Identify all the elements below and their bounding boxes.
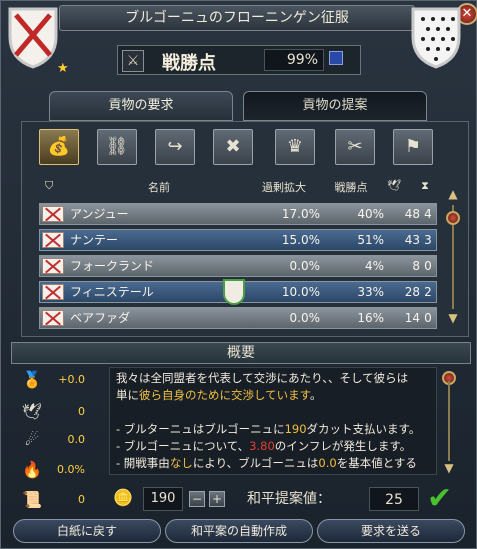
tab-offer-tribute[interactable]: 貢物の提案 — [243, 91, 427, 121]
send-demand-button[interactable]: 要求を送る — [317, 519, 465, 543]
development-column-icon[interactable]: 🕊 — [379, 179, 409, 192]
column-name[interactable]: 名前 — [99, 179, 219, 195]
province-flag-icon — [42, 232, 64, 248]
table-row[interactable]: ベアファダ 0.0% 16% 14 0 — [39, 307, 437, 329]
summary-title: 概要 — [11, 342, 471, 364]
warscore-value: 99% — [264, 49, 324, 71]
burgundy-shield-icon — [8, 7, 58, 69]
war-exhaustion-icon: ☄ — [24, 430, 40, 449]
auto-generate-button[interactable]: 和平案の自動作成 — [165, 519, 313, 543]
table-scrollbar[interactable]: ▲ ▼ — [445, 187, 461, 327]
crossed-swords-icon: ⚔ — [122, 50, 144, 72]
table-row[interactable]: ナンテー 15.0% 51% 43 3 — [39, 229, 437, 251]
peace-offer-label: 和平提案値： — [247, 491, 331, 507]
summary-text: 我々は全同盟者を代表して交渉にあたり、、そして彼らは 単に彼ら自身のために交渉し… — [109, 367, 437, 475]
selected-shield-icon — [223, 279, 245, 305]
truce-stat: 📜 0 — [15, 489, 93, 513]
peace-offer-number: 25 — [369, 487, 419, 511]
aggressive-expansion-icon: 🔥 — [22, 460, 42, 479]
tab-demand-tribute[interactable]: 貢物の要求 — [49, 91, 233, 121]
summary-scrollbar[interactable]: ▼ — [441, 367, 457, 475]
gold-plus-button[interactable]: + — [209, 491, 225, 507]
province-flag-icon — [42, 310, 64, 326]
crown-icon[interactable]: ♛ — [275, 129, 315, 165]
brittany-shield-icon — [411, 7, 461, 69]
star-icon: ★ — [57, 61, 69, 76]
peace-dove-icon: 🕊 — [21, 402, 43, 421]
scroll-track[interactable] — [448, 381, 450, 461]
warscore-label: 戦勝点 — [162, 53, 216, 74]
warscore-box: ⚔ 戦勝点 99% — [117, 45, 361, 75]
scroll-down-icon[interactable]: ▼ — [445, 311, 461, 325]
province-flag-icon — [42, 206, 64, 222]
scroll-thumb[interactable] — [446, 211, 460, 225]
coin-bag-icon[interactable]: 💰 — [39, 129, 79, 165]
release-annexed-icon[interactable]: ⛓ — [97, 129, 137, 165]
aggressive-expansion-stat: 🔥 0.0% — [15, 459, 93, 483]
scroll-up-icon[interactable]: ▲ — [445, 187, 461, 201]
shield-column-icon[interactable]: ⛉ — [45, 179, 53, 193]
truce-icon: 📜 — [22, 490, 42, 509]
break-alliance-icon[interactable]: ✖ — [213, 129, 253, 165]
transfer-province-icon[interactable]: ↪ — [155, 129, 195, 165]
table-row[interactable]: アンジュー 17.0% 40% 48 4 — [39, 203, 437, 225]
peace-offer-value: 和平提案値： 25 — [241, 487, 419, 513]
accept-check-icon: ✔ — [427, 481, 453, 516]
table-row[interactable]: フォークランド 0.0% 4% 8 0 — [39, 255, 437, 277]
fort-column-icon[interactable]: ⧗ — [413, 179, 437, 193]
humiliate-icon[interactable]: ⚑ — [393, 129, 433, 165]
window-title: ブルゴーニュのフローニンゲン征服 — [59, 5, 415, 31]
cancel-claims-icon[interactable]: ✂ — [335, 129, 375, 165]
province-flag-icon — [42, 258, 64, 274]
prestige-stat: 🏅 +0.0 — [15, 369, 93, 393]
reset-button[interactable]: 白紙に戻す — [13, 519, 161, 543]
peace-dove-stat: 🕊 0 — [15, 401, 93, 425]
prestige-icon: 🏅 — [22, 370, 42, 389]
country-flag-icon[interactable] — [329, 51, 343, 65]
gold-minus-button[interactable]: − — [189, 491, 205, 507]
table-header: ⛉ 名前 過剰拡大 戦勝点 🕊 ⧗ — [39, 175, 439, 197]
column-warscore[interactable]: 戦勝点 — [323, 179, 379, 195]
scroll-down-icon[interactable]: ▼ — [441, 461, 457, 475]
gold-amount: 190 — [143, 487, 183, 511]
column-overextension[interactable]: 過剰拡大 — [251, 179, 317, 195]
gold-coins-icon: 🪙 — [113, 488, 133, 507]
province-flag-icon — [42, 284, 64, 300]
war-exhaustion-stat: ☄ 0.0 — [15, 429, 93, 453]
peace-negotiation-window: ★ ブルゴーニュのフローニンゲン征服 ✕ ⚔ 戦勝点 99% 貢物の要求 貢物の… — [0, 0, 477, 549]
